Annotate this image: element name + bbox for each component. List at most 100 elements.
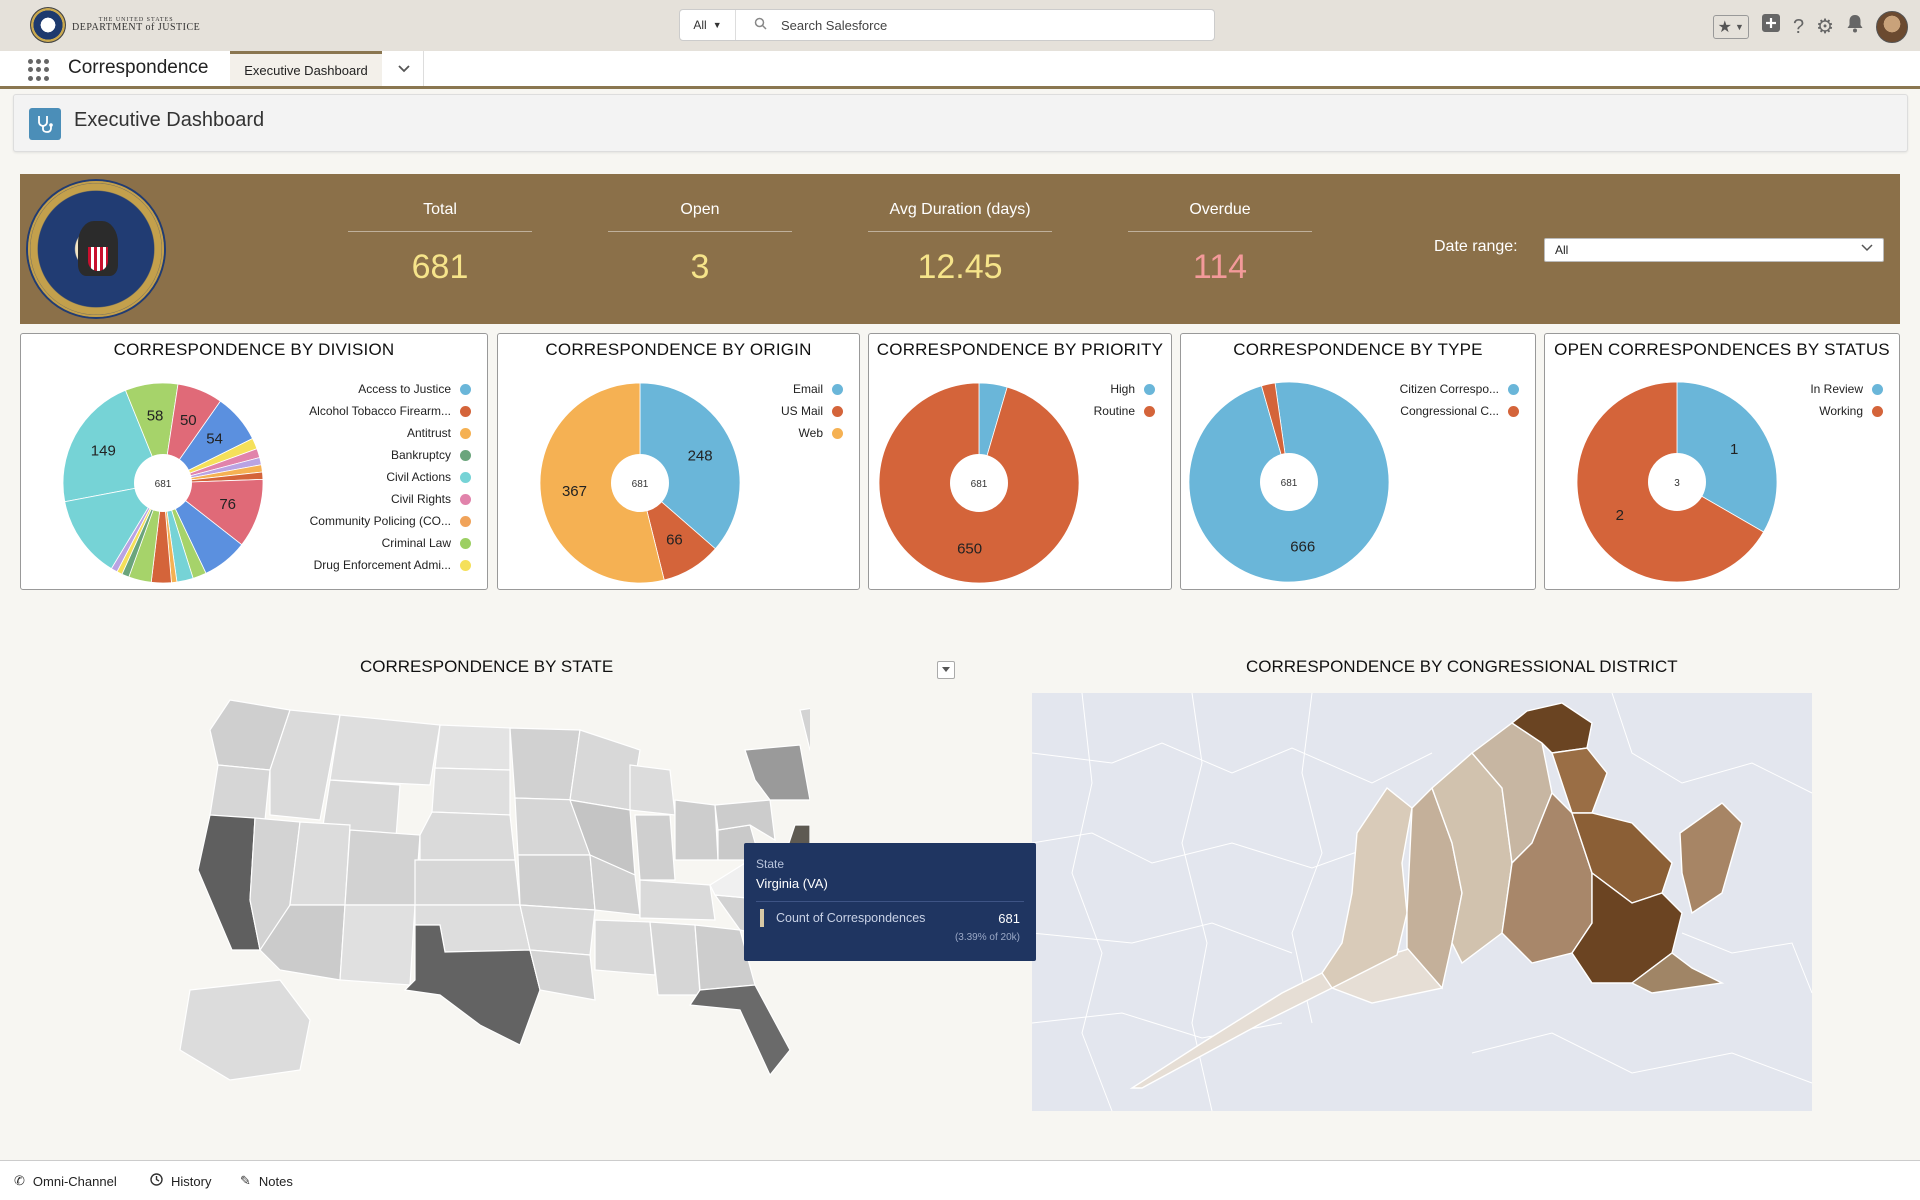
pie-center-label: 681: [155, 479, 172, 490]
chart-legend: Citizen Correspo... Congressional C...: [1400, 378, 1519, 422]
chart-card-division: CORRESPONDENCE BY DIVISION 149 58 50 54 76 68…: [20, 333, 488, 590]
legend-label: High: [1110, 382, 1135, 396]
kpi-open: Open 3: [608, 174, 792, 287]
legend-item[interactable]: Email: [781, 378, 843, 400]
search-scope-dropdown[interactable]: All ▼: [680, 10, 736, 40]
add-icon[interactable]: [1761, 13, 1781, 41]
legend-item[interactable]: High: [1094, 378, 1155, 400]
star-icon: ★: [1717, 19, 1733, 36]
legend-swatch: [1144, 383, 1155, 395]
chevron-down-icon: [1861, 243, 1873, 255]
legend-swatch: [460, 559, 471, 571]
state-region: [289, 821, 351, 906]
legend-item[interactable]: Antitrust: [309, 422, 471, 444]
priority-pie-chart[interactable]: 650 681: [869, 334, 1173, 591]
legend-label: Bankruptcy: [390, 448, 451, 462]
legend-item[interactable]: Web: [781, 422, 843, 444]
history-button[interactable]: History: [150, 1173, 211, 1189]
state-region: [744, 744, 810, 801]
pie-slice-label: 650: [957, 540, 982, 557]
pie-slice-label: 50: [180, 412, 197, 429]
state-map-title: CORRESPONDENCE BY STATE: [360, 657, 614, 676]
legend-item[interactable]: Community Policing (CO...: [309, 510, 471, 532]
legend-label: Congressional C...: [1400, 404, 1499, 418]
legend-item[interactable]: In Review: [1810, 378, 1883, 400]
omni-channel-button[interactable]: ✆ Omni-Channel: [14, 1173, 117, 1189]
state-region: [634, 814, 676, 881]
search-input[interactable]: [781, 17, 1181, 33]
pie-center-label: 681: [971, 479, 988, 490]
bell-icon[interactable]: [1846, 13, 1864, 41]
state-map-menu-button[interactable]: [937, 661, 955, 679]
kpi-avg-duration-label: Avg Duration (days): [868, 201, 1052, 232]
date-range-label: Date range:: [1434, 238, 1518, 255]
origin-pie-chart[interactable]: 248 66 367 681: [498, 334, 861, 591]
kpi-total-value: 681: [411, 248, 469, 286]
legend-item[interactable]: Drug Enforcement Admi...: [309, 554, 471, 576]
pie-slice-label: 666: [1290, 539, 1315, 556]
legend-label: Drug Enforcement Admi...: [313, 558, 451, 572]
doj-logo[interactable]: THE UNITED STATES DEPARTMENT of JUSTICE: [30, 6, 200, 44]
legend-item[interactable]: Working: [1810, 400, 1883, 422]
omni-channel-label: Omni-Channel: [32, 1173, 117, 1189]
gear-icon[interactable]: ⚙: [1816, 13, 1834, 41]
tab-executive-dashboard[interactable]: Executive Dashboard: [230, 51, 382, 86]
chart-legend: Email US Mail Web: [781, 378, 843, 444]
legend-item[interactable]: Bankruptcy: [309, 444, 471, 466]
us-state-map[interactable]: [170, 690, 810, 1090]
favorites-button[interactable]: ★ ▼: [1712, 15, 1749, 39]
app-launcher-icon[interactable]: [28, 59, 50, 81]
legend-item[interactable]: Civil Rights: [309, 488, 471, 510]
state-region: [179, 979, 311, 1081]
clock-icon: [150, 1173, 163, 1189]
state-region: [339, 904, 416, 986]
legend-item[interactable]: US Mail: [781, 400, 843, 422]
status-pie-chart[interactable]: 1 2 3: [1545, 334, 1901, 591]
pie-slice-label: 66: [666, 531, 683, 548]
legend-item[interactable]: Citizen Correspo...: [1400, 378, 1519, 400]
global-search: All ▼: [679, 9, 1215, 41]
legend-item[interactable]: Congressional C...: [1400, 400, 1519, 422]
legend-swatch: [1872, 405, 1883, 417]
pie-slice-label: 58: [147, 407, 164, 424]
legend-label: In Review: [1810, 382, 1863, 396]
state-region: [419, 811, 516, 861]
congressional-district-map[interactable]: [1032, 693, 1832, 1111]
chart-legend: High Routine: [1094, 378, 1155, 422]
legend-label: Working: [1819, 404, 1863, 418]
nav-more-chevron-icon[interactable]: [384, 51, 424, 86]
kpi-avg-duration-value: 12.45: [917, 248, 1003, 286]
chart-legend: In Review Working: [1810, 378, 1883, 422]
kpi-open-value: 3: [690, 248, 710, 286]
state-region: [594, 919, 656, 976]
pie-slice-label: 367: [562, 483, 587, 500]
notes-icon: ✎: [240, 1173, 251, 1188]
legend-swatch: [832, 383, 843, 395]
global-header: THE UNITED STATES DEPARTMENT of JUSTICE …: [0, 0, 1920, 51]
legend-item[interactable]: Criminal Law: [309, 532, 471, 554]
search-scope-label: All: [693, 18, 707, 32]
user-avatar[interactable]: [1876, 11, 1908, 43]
kpi-total-label: Total: [348, 201, 532, 232]
legend-swatch: [460, 405, 471, 417]
type-pie-chart[interactable]: 666 681: [1181, 334, 1537, 591]
legend-item[interactable]: Civil Actions: [309, 466, 471, 488]
kpi-avg-duration: Avg Duration (days) 12.45: [868, 174, 1052, 287]
legend-item[interactable]: Access to Justice: [309, 378, 471, 400]
notes-button[interactable]: ✎ Notes: [240, 1173, 293, 1189]
date-range-select[interactable]: All: [1544, 238, 1884, 262]
legend-item[interactable]: Routine: [1094, 400, 1155, 422]
pie-center-label: 3: [1674, 478, 1680, 489]
utility-bar: ✆ Omni-Channel History ✎ Notes: [0, 1160, 1920, 1200]
pie-slice-label: 248: [688, 448, 713, 465]
legend-swatch: [460, 515, 471, 527]
chart-card-status: OPEN CORRESPONDENCES BY STATUS 123 In Re…: [1544, 333, 1900, 590]
help-icon[interactable]: ?: [1793, 13, 1804, 41]
legend-item[interactable]: Alcohol Tobacco Firearm...: [309, 400, 471, 422]
legend-label: Access to Justice: [358, 382, 451, 396]
state-region: [509, 727, 581, 801]
legend-swatch: [1872, 383, 1883, 395]
tooltip-key: State: [756, 857, 785, 871]
pie-slice-label: 2: [1616, 507, 1624, 524]
legend-swatch: [1508, 405, 1519, 417]
